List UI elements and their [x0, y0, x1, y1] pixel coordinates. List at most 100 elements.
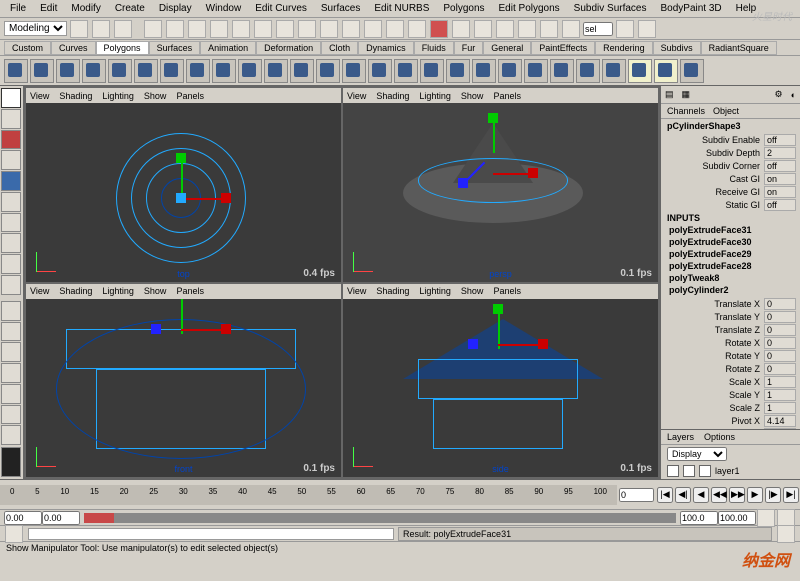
- vp-menu-lighting[interactable]: Lighting: [419, 286, 451, 296]
- toolbar-icon[interactable]: [474, 20, 492, 38]
- shelf-tab[interactable]: General: [483, 41, 531, 55]
- viewport-top[interactable]: View Shading Lighting Show Panels top 0.…: [25, 87, 342, 283]
- layer-editor-icon[interactable]: ▦: [682, 89, 691, 100]
- vp-menu-shading[interactable]: Shading: [59, 286, 92, 296]
- toolbar-icon[interactable]: [386, 20, 404, 38]
- attr-value[interactable]: 2: [764, 147, 796, 159]
- menu-help[interactable]: Help: [730, 2, 763, 15]
- menu-surfaces[interactable]: Surfaces: [315, 2, 366, 15]
- range-slider[interactable]: [84, 513, 676, 523]
- shelf-tool-icon[interactable]: [394, 59, 418, 83]
- input-node[interactable]: polyExtrudeFace28: [661, 261, 800, 273]
- menu-file[interactable]: File: [4, 2, 32, 15]
- viewport-persp[interactable]: View Shading Lighting Show Panels persp …: [342, 87, 659, 283]
- shelf-tool-icon[interactable]: [524, 59, 548, 83]
- toolbar-icon[interactable]: [254, 20, 272, 38]
- toolbar-icon[interactable]: [364, 20, 382, 38]
- toolbar-icon[interactable]: [540, 20, 558, 38]
- shelf-tool-icon[interactable]: [368, 59, 392, 83]
- shelf-pipe-icon[interactable]: [212, 59, 236, 83]
- toolbar-icon[interactable]: [562, 20, 580, 38]
- layer-display-mode[interactable]: Display: [667, 447, 727, 461]
- shelf-tool-icon[interactable]: [316, 59, 340, 83]
- shelf-tab[interactable]: Fluids: [414, 41, 454, 55]
- tool[interactable]: [1, 254, 21, 274]
- shelf-tool-icon[interactable]: [420, 59, 444, 83]
- mode-selector[interactable]: Modeling: [4, 21, 67, 36]
- range-start-field[interactable]: [42, 511, 80, 525]
- toolbar-icon[interactable]: [144, 20, 162, 38]
- layers-menu-layers[interactable]: Layers: [667, 432, 694, 442]
- attribute-editor-icon[interactable]: ⚙: [774, 89, 782, 100]
- vp-menu-show[interactable]: Show: [144, 91, 167, 101]
- vp-menu-shading[interactable]: Shading: [376, 91, 409, 101]
- script-editor-icon[interactable]: [777, 525, 795, 543]
- shelf-tab[interactable]: RadiantSquare: [701, 41, 777, 55]
- attr-value[interactable]: on: [764, 186, 796, 198]
- step-back-key-button[interactable]: ◀|: [675, 487, 691, 503]
- goto-end-button[interactable]: ▶|: [783, 487, 799, 503]
- shelf-tool-icon[interactable]: [498, 59, 522, 83]
- attr-value[interactable]: 0: [764, 350, 796, 362]
- input-node[interactable]: polyCylinder2: [661, 285, 800, 297]
- shelf-tab[interactable]: Animation: [200, 41, 256, 55]
- shelf-script-icon[interactable]: [680, 59, 704, 83]
- vp-menu-view[interactable]: View: [347, 286, 366, 296]
- shelf-tool-icon[interactable]: [342, 59, 366, 83]
- soft-mod-tool[interactable]: [1, 213, 21, 233]
- attr-value[interactable]: 1: [764, 402, 796, 414]
- layers-menu-options[interactable]: Options: [704, 432, 735, 442]
- viewport-side[interactable]: View Shading Lighting Show Panels side 0…: [342, 283, 659, 479]
- viewport-canvas[interactable]: side 0.1 fps: [343, 299, 658, 478]
- toolbar-icon[interactable]: [320, 20, 338, 38]
- attr-value[interactable]: off: [764, 199, 796, 211]
- input-node[interactable]: polyExtrudeFace31: [661, 225, 800, 237]
- input-node[interactable]: polyTweak8: [661, 273, 800, 285]
- shelf-cylinder-icon[interactable]: [56, 59, 80, 83]
- toolbar-icon[interactable]: [616, 20, 634, 38]
- sel-field[interactable]: [583, 22, 613, 36]
- channel-box-icon[interactable]: ▤: [665, 89, 674, 100]
- layer-visibility-toggle[interactable]: [667, 465, 679, 477]
- shelf-tool-icon[interactable]: [472, 59, 496, 83]
- menu-polygons[interactable]: Polygons: [437, 2, 490, 15]
- toolbar-icon[interactable]: [166, 20, 184, 38]
- layout-custom[interactable]: [1, 405, 21, 425]
- shelf-tab[interactable]: Custom: [4, 41, 51, 55]
- toolbar-icon[interactable]: [232, 20, 250, 38]
- vp-menu-view[interactable]: View: [30, 286, 49, 296]
- select-tool[interactable]: [1, 88, 21, 108]
- viewport-canvas[interactable]: persp 0.1 fps: [343, 103, 658, 282]
- attr-value[interactable]: off: [764, 134, 796, 146]
- shelf-sphere-icon[interactable]: [4, 59, 28, 83]
- toolbar-icon[interactable]: [276, 20, 294, 38]
- play-back-button[interactable]: ◀◀: [711, 487, 727, 503]
- toolbar-icon[interactable]: [496, 20, 514, 38]
- menu-subdiv[interactable]: Subdiv Surfaces: [568, 2, 653, 15]
- toolbar-icon[interactable]: [298, 20, 316, 38]
- play-forward-button[interactable]: ▶▶: [729, 487, 745, 503]
- menu-editnurbs[interactable]: Edit NURBS: [368, 2, 435, 15]
- attr-value[interactable]: 0: [764, 363, 796, 375]
- vp-menu-view[interactable]: View: [30, 91, 49, 101]
- layout-custom[interactable]: [1, 425, 21, 445]
- command-input[interactable]: [28, 528, 394, 540]
- tab-object[interactable]: Object: [713, 106, 739, 116]
- vp-menu-lighting[interactable]: Lighting: [419, 91, 451, 101]
- shelf-tab-active[interactable]: Polygons: [96, 41, 149, 55]
- shelf-pyramid-icon[interactable]: [186, 59, 210, 83]
- shelf-tab[interactable]: Rendering: [595, 41, 653, 55]
- menu-create[interactable]: Create: [109, 2, 151, 15]
- tool[interactable]: [1, 233, 21, 253]
- scale-tool[interactable]: [1, 171, 21, 191]
- menu-editcurves[interactable]: Edit Curves: [249, 2, 313, 15]
- lasso-tool[interactable]: [1, 109, 21, 129]
- menu-bodypaint[interactable]: BodyPaint 3D: [655, 2, 728, 15]
- shelf-tool-icon[interactable]: [602, 59, 626, 83]
- shelf-plane-icon[interactable]: [108, 59, 132, 83]
- current-frame-field[interactable]: [619, 488, 654, 502]
- toolbar-icon[interactable]: [70, 20, 88, 38]
- shelf-tab[interactable]: Deformation: [256, 41, 321, 55]
- layer-name[interactable]: layer1: [715, 466, 740, 476]
- shelf-cube-icon[interactable]: [30, 59, 54, 83]
